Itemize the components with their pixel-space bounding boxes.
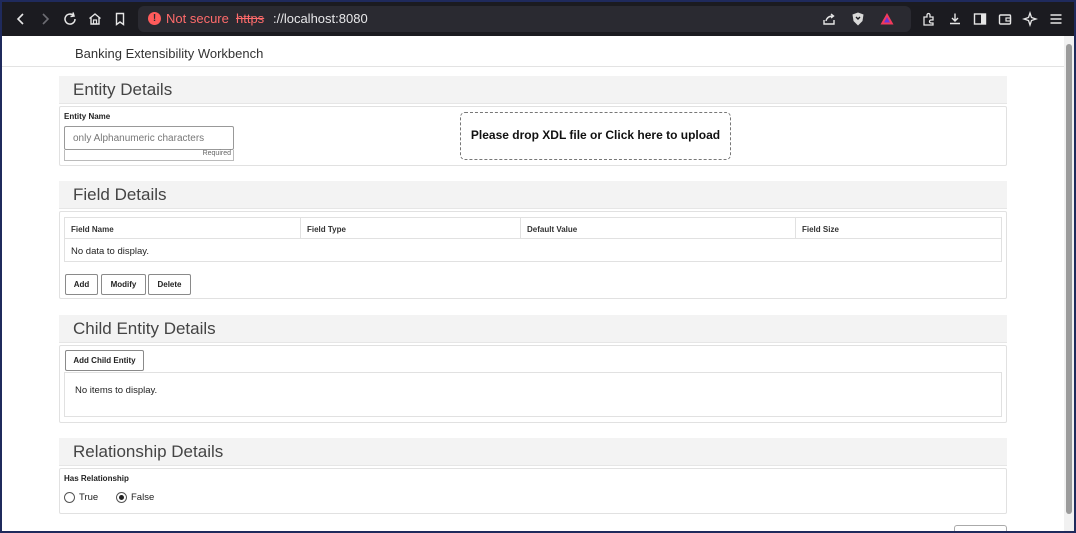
- relationship-false-radio[interactable]: [116, 492, 127, 503]
- wallet-icon[interactable]: [993, 7, 1017, 31]
- warning-icon: !: [148, 12, 161, 25]
- entity-name-input[interactable]: [64, 126, 234, 150]
- home-icon[interactable]: [83, 7, 107, 31]
- column-header[interactable]: Field Name: [65, 218, 301, 239]
- reload-icon[interactable]: [58, 7, 82, 31]
- forward-icon[interactable]: [33, 7, 57, 31]
- url-scheme: https: [236, 11, 265, 26]
- field-details-header: Field Details: [59, 181, 1007, 209]
- bookmark-icon[interactable]: [108, 7, 132, 31]
- field-details-title: Field Details: [73, 185, 167, 204]
- security-status[interactable]: Not secure: [166, 11, 229, 26]
- add-child-entity-button[interactable]: Add Child Entity: [65, 350, 144, 371]
- child-list-empty: No items to display.: [75, 385, 158, 396]
- back-icon[interactable]: [9, 7, 33, 31]
- browser-window: ! Not secure https ://localhost:8080 Ban…: [2, 2, 1074, 531]
- sidebar-icon[interactable]: [968, 7, 992, 31]
- menu-icon[interactable]: [1044, 7, 1068, 31]
- delete-field-button[interactable]: Delete: [148, 274, 191, 295]
- entity-name-label: Entity Name: [64, 112, 111, 121]
- app-header: Banking Extensibility Workbench: [2, 36, 1064, 67]
- relationship-title: Relationship Details: [73, 442, 224, 461]
- field-table-header: Field Name Field Type Default Value Fiel…: [65, 218, 1001, 239]
- field-table-empty: No data to display.: [71, 246, 149, 257]
- relationship-true-radio[interactable]: [64, 492, 75, 503]
- column-header[interactable]: Default Value: [521, 218, 796, 239]
- required-hint: Required: [202, 150, 231, 157]
- relationship-true-label[interactable]: True: [79, 492, 98, 503]
- scrollbar-thumb[interactable]: [1066, 44, 1072, 514]
- extensions-icon[interactable]: [917, 7, 941, 31]
- app-title: Banking Extensibility Workbench: [75, 46, 264, 61]
- upload-text: Please drop XDL file or Click here to up…: [470, 128, 721, 142]
- brave-rewards-icon[interactable]: [875, 7, 899, 31]
- add-field-button[interactable]: Add: [65, 274, 98, 295]
- child-entity-header: Child Entity Details: [59, 315, 1007, 343]
- share-icon[interactable]: [817, 7, 841, 31]
- browser-toolbar: ! Not secure https ://localhost:8080: [2, 2, 1074, 36]
- relationship-panel: [59, 468, 1007, 514]
- column-header[interactable]: Field Type: [301, 218, 521, 239]
- child-entity-list: No items to display.: [64, 372, 1002, 417]
- xdl-upload-dropzone[interactable]: Please drop XDL file or Click here to up…: [460, 112, 731, 160]
- download-icon[interactable]: [943, 7, 967, 31]
- has-relationship-label: Has Relationship: [64, 474, 129, 483]
- entity-name-hint: Required: [64, 150, 234, 161]
- modify-field-button[interactable]: Modify: [101, 274, 146, 295]
- column-header[interactable]: Field Size: [796, 218, 1001, 239]
- leo-ai-icon[interactable]: [1018, 7, 1042, 31]
- entity-details-header: Entity Details: [59, 76, 1007, 104]
- address-bar[interactable]: ! Not secure https ://localhost:8080: [138, 6, 911, 32]
- field-table: Field Name Field Type Default Value Fiel…: [64, 217, 1002, 262]
- child-entity-title: Child Entity Details: [73, 319, 216, 338]
- brave-shield-icon[interactable]: [846, 7, 870, 31]
- relationship-header: Relationship Details: [59, 438, 1007, 466]
- footer-button[interactable]: [954, 525, 1007, 531]
- relationship-false-label[interactable]: False: [131, 492, 154, 503]
- url-host: ://localhost:8080: [273, 11, 368, 26]
- page-scrollbar[interactable]: [1064, 36, 1074, 531]
- entity-details-title: Entity Details: [73, 80, 173, 99]
